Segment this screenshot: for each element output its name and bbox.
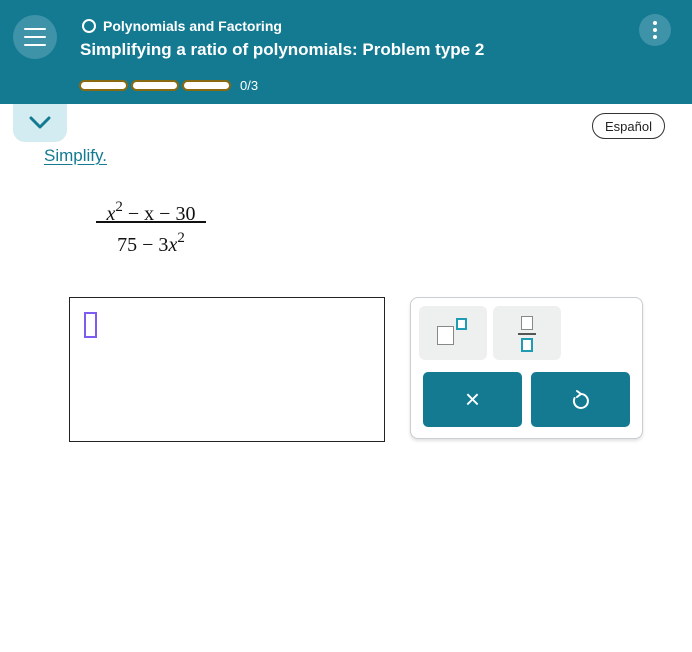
fraction-denominator: 75 − 3x2 — [117, 229, 185, 256]
more-options-button[interactable] — [639, 14, 671, 46]
menu-button[interactable] — [13, 15, 57, 59]
math-keypad: × — [410, 297, 643, 439]
language-toggle-button[interactable]: Español — [592, 113, 665, 139]
progress-count: 0/3 — [240, 78, 259, 93]
chevron-down-icon — [29, 116, 51, 129]
hamburger-menu-icon — [24, 28, 46, 30]
vertical-dots-icon — [653, 21, 657, 25]
answer-input[interactable] — [69, 297, 385, 442]
topic-title: Polynomials and Factoring — [103, 18, 282, 34]
input-cursor — [84, 312, 97, 338]
problem-expression: x2 − x − 30 75 − 3x2 — [96, 188, 206, 256]
undo-button[interactable] — [531, 372, 630, 427]
progress-segment — [182, 80, 232, 91]
collapse-button[interactable] — [13, 104, 67, 142]
undo-icon — [572, 389, 589, 409]
progress-segment — [79, 80, 128, 91]
fraction-numerator: x2 − x − 30 — [106, 199, 196, 225]
clear-button[interactable]: × — [423, 372, 522, 427]
fraction-button[interactable] — [493, 306, 561, 360]
instruction-text: Simplify. — [44, 146, 107, 165]
topic-status-icon — [82, 19, 96, 33]
progress-bar — [79, 80, 232, 91]
topic-row: Polynomials and Factoring — [82, 17, 282, 35]
progress-segment — [130, 80, 180, 91]
exponent-button[interactable] — [419, 306, 487, 360]
page: Polynomials and Factoring Simplifying a … — [0, 0, 692, 652]
close-icon: × — [464, 384, 481, 414]
problem-title: Simplifying a ratio of polynomials: Prob… — [80, 40, 485, 59]
header-bar: Polynomials and Factoring Simplifying a … — [0, 0, 692, 104]
